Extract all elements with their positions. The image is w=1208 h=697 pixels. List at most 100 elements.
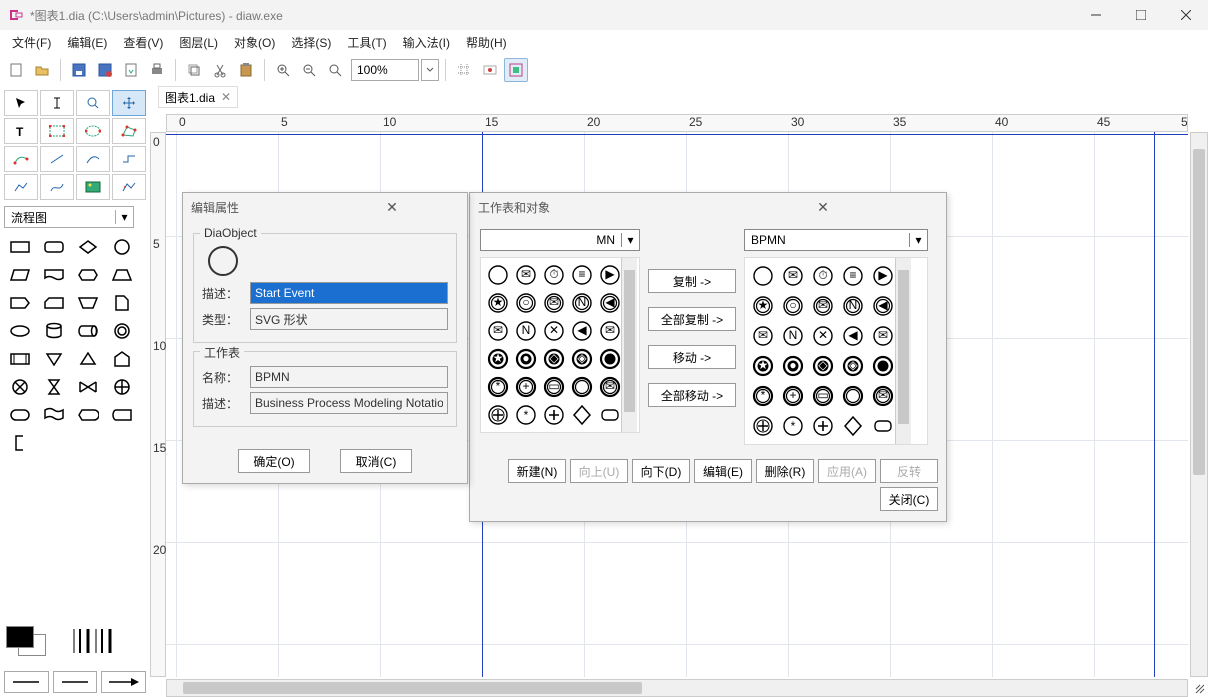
ellipse-tool[interactable] xyxy=(76,118,110,144)
menu-objects[interactable]: 对象(O) xyxy=(226,32,283,53)
bpmn-shape-item[interactable]: ▶ xyxy=(869,262,897,290)
bpmn-shape-item[interactable]: * xyxy=(779,412,807,440)
bpmn-shape-item[interactable]: ✕ xyxy=(541,318,567,344)
bpmn-shape-item[interactable]: ◈ xyxy=(569,346,595,372)
image-tool[interactable] xyxy=(76,174,110,200)
menu-select[interactable]: 选择(S) xyxy=(283,32,339,53)
bpmn-shape-item[interactable]: ✉ xyxy=(541,290,567,316)
bpmn-shape-item[interactable]: * xyxy=(749,382,777,410)
shape-parallelogram[interactable] xyxy=(4,262,36,288)
bezierline-tool[interactable] xyxy=(40,174,74,200)
shape-ellipse[interactable] xyxy=(4,318,36,344)
shape-tri-down[interactable] xyxy=(38,346,70,372)
shape-trap2[interactable] xyxy=(72,290,104,316)
move-button[interactable]: 移动 -> xyxy=(648,345,736,369)
bpmn-shape-item[interactable] xyxy=(809,412,837,440)
bpmn-shape-item[interactable]: ◇ xyxy=(541,346,567,372)
bpmn-shape-item[interactable]: ★ xyxy=(749,352,777,380)
bpmn-shape-item[interactable]: ★ xyxy=(749,292,777,320)
bpmn-shape-item[interactable] xyxy=(597,402,623,428)
bpmn-shape-item[interactable]: ≡ xyxy=(569,262,595,288)
menu-view[interactable]: 查看(V) xyxy=(115,32,171,53)
new-file-button[interactable] xyxy=(4,58,28,82)
line-pattern-icon[interactable] xyxy=(70,625,114,657)
shape-circle[interactable] xyxy=(106,234,138,260)
shape-circle-x[interactable] xyxy=(4,374,36,400)
shape-circle-plus[interactable] xyxy=(106,374,138,400)
bpmn-shape-item[interactable]: ◇ xyxy=(809,352,837,380)
paste-button[interactable] xyxy=(234,58,258,82)
snap-grid-button[interactable] xyxy=(452,58,476,82)
bpmn-shape-item[interactable]: ✕ xyxy=(809,322,837,350)
minimize-button[interactable] xyxy=(1073,0,1118,30)
shape-pentagon[interactable] xyxy=(4,290,36,316)
edit-button[interactable]: 编辑(E) xyxy=(694,459,752,483)
arc-tool[interactable] xyxy=(76,146,110,172)
copy-all-button[interactable]: 全部复制 -> xyxy=(648,307,736,331)
bpmn-shape-item[interactable] xyxy=(569,402,595,428)
menu-edit[interactable]: 编辑(E) xyxy=(59,32,115,53)
scroll-tool[interactable] xyxy=(112,90,146,116)
open-file-button[interactable] xyxy=(30,58,54,82)
shape-hourglass[interactable] xyxy=(38,374,70,400)
bpmn-shape-item[interactable]: ◀ xyxy=(597,290,623,316)
bpmn-shape-item[interactable] xyxy=(749,412,777,440)
text-label-tool[interactable]: T xyxy=(4,118,38,144)
bpmn-shape-item[interactable]: ✉ xyxy=(513,262,539,288)
bpmn-shape-item[interactable]: N xyxy=(569,290,595,316)
left-sheet-combo[interactable]: MN ▾ xyxy=(480,229,640,251)
zoom-out-button[interactable] xyxy=(297,58,321,82)
bpmn-shape-item[interactable]: ◀ xyxy=(839,322,867,350)
bpmn-shape-item[interactable]: ▶ xyxy=(597,262,623,288)
bpmn-shape-item[interactable]: ★ xyxy=(485,290,511,316)
document-tab[interactable]: 图表1.dia ✕ xyxy=(158,86,238,108)
bpmn-shape-item[interactable]: + xyxy=(513,374,539,400)
up-button[interactable]: 向上(U) xyxy=(570,459,628,483)
vertical-scrollbar[interactable] xyxy=(1190,132,1208,677)
shape-hexagon[interactable] xyxy=(72,262,104,288)
export-button[interactable] xyxy=(119,58,143,82)
menu-input[interactable]: 输入法(I) xyxy=(395,32,458,53)
menu-tools[interactable]: 工具(T) xyxy=(339,32,394,53)
bpmn-shape-item[interactable]: N xyxy=(779,322,807,350)
shape-box2[interactable] xyxy=(4,346,36,372)
bpmn-shape-item[interactable]: ✉ xyxy=(869,382,897,410)
bpmn-shape-item[interactable]: ▭ xyxy=(809,382,837,410)
bpmn-shape-item[interactable]: ≡ xyxy=(839,262,867,290)
horizontal-scrollbar[interactable] xyxy=(166,679,1188,697)
resize-grip-icon[interactable] xyxy=(1194,683,1206,695)
delete-button[interactable]: 删除(R) xyxy=(756,459,814,483)
move-all-button[interactable]: 全部移动 -> xyxy=(648,383,736,407)
shape-stadium[interactable] xyxy=(4,402,36,428)
shape-rounded[interactable] xyxy=(38,234,70,260)
arrow-start-combo[interactable] xyxy=(4,671,49,693)
bpmn-shape-item[interactable]: ✉ xyxy=(779,262,807,290)
bpmn-shape-item[interactable]: ✉ xyxy=(809,292,837,320)
menu-help[interactable]: 帮助(H) xyxy=(458,32,515,53)
zoom-input[interactable]: 100% xyxy=(351,59,419,81)
shape-home[interactable] xyxy=(106,346,138,372)
dialog-close-button[interactable]: ✕ xyxy=(325,199,459,216)
shape-ring[interactable] xyxy=(106,318,138,344)
dialog-close-button[interactable]: ✕ xyxy=(708,199,938,216)
bpmn-shape-item[interactable]: ● xyxy=(513,346,539,372)
shape-bowtie[interactable] xyxy=(72,374,104,400)
right-grid-scrollbar[interactable] xyxy=(895,258,911,444)
bpmn-shape-item[interactable] xyxy=(749,262,777,290)
zigzag-tool[interactable] xyxy=(112,146,146,172)
box-tool[interactable] xyxy=(40,118,74,144)
close-tab-icon[interactable]: ✕ xyxy=(221,90,231,104)
bpmn-shape-item[interactable]: ✉ xyxy=(869,322,897,350)
zoom-dropdown[interactable] xyxy=(421,59,439,81)
shape-card[interactable] xyxy=(38,290,70,316)
maximize-button[interactable] xyxy=(1118,0,1163,30)
bpmn-shape-item[interactable]: ⏱ xyxy=(809,262,837,290)
shape-display[interactable] xyxy=(72,402,104,428)
bpmn-shape-item[interactable]: ◀ xyxy=(869,292,897,320)
copy-button[interactable] xyxy=(182,58,206,82)
bpmn-shape-item[interactable] xyxy=(485,262,511,288)
close-button[interactable] xyxy=(1163,0,1208,30)
print-button[interactable] xyxy=(145,58,169,82)
bpmn-shape-item[interactable] xyxy=(485,402,511,428)
cut-button[interactable] xyxy=(208,58,232,82)
